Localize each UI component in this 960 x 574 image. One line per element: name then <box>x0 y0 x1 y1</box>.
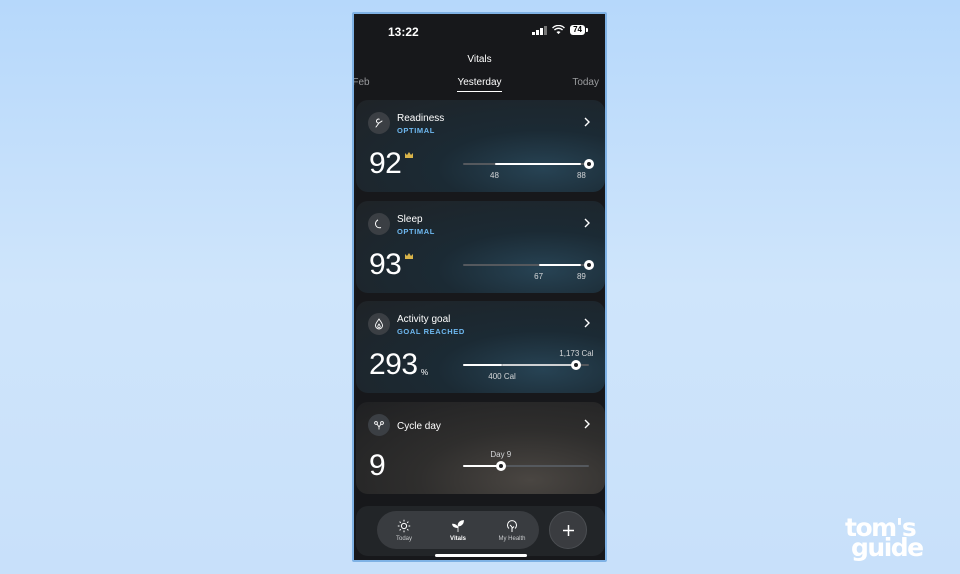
tab-previous-day[interactable]: 3 Feb <box>354 77 370 88</box>
cellular-signal-icon <box>532 25 548 35</box>
date-tabs: 3 Feb Yesterday Today <box>354 77 605 95</box>
readiness-status: OPTIMAL <box>397 126 435 135</box>
tab-next-day[interactable]: Today <box>572 77 599 88</box>
sprout-icon <box>452 519 464 532</box>
status-icons: 74 <box>532 25 588 35</box>
logo-line-2: guide <box>851 533 924 562</box>
activity-progress-fill <box>463 364 503 366</box>
nav-today-label: Today <box>395 535 412 542</box>
cycle-day-card[interactable]: Cycle day 9 Day 9 <box>356 402 605 494</box>
cycle-icon <box>368 414 390 436</box>
sleep-icon <box>368 213 390 235</box>
home-indicator[interactable] <box>435 554 527 557</box>
activity-label-bottom: 400 Cal <box>488 372 516 381</box>
sleep-marker <box>584 260 594 270</box>
readiness-range-low: 48 <box>490 171 499 180</box>
sleep-card[interactable]: Sleep OPTIMAL 93 67 89 <box>356 201 605 293</box>
readiness-range-fill <box>494 163 582 165</box>
activity-score: 293 <box>369 348 418 381</box>
sleep-range-track <box>463 260 594 270</box>
activity-progress-track <box>463 360 589 370</box>
nav-my-health-label: My Health <box>498 535 526 542</box>
readiness-marker <box>584 159 594 169</box>
readiness-title: Readiness <box>397 113 445 124</box>
crown-icon <box>405 152 413 158</box>
activity-goal-card[interactable]: Activity goal GOAL REACHED 293 % 400 Cal… <box>356 301 605 393</box>
cycle-score: 9 <box>369 449 386 482</box>
tab-current-day: Yesterday <box>354 77 605 92</box>
nav-today[interactable]: Today <box>379 519 429 542</box>
nav-my-health[interactable]: My Health <box>487 519 537 542</box>
battery-icon: 74 <box>570 25 588 35</box>
readiness-card[interactable]: Readiness OPTIMAL 92 48 88 <box>356 100 605 192</box>
cycle-track <box>463 461 589 471</box>
readiness-score: 92 <box>369 147 402 180</box>
sleep-status: OPTIMAL <box>397 227 435 236</box>
nav-vitals[interactable]: Vitals <box>433 519 483 542</box>
activity-status: GOAL REACHED <box>397 327 465 336</box>
nav-vitals-label: Vitals <box>450 535 466 542</box>
bottom-nav: Today Vitals My Health <box>377 511 539 549</box>
page-title: Vitals <box>467 54 492 65</box>
activity-title: Activity goal <box>397 314 451 325</box>
sleep-range-fill <box>538 264 582 266</box>
readiness-range-track <box>463 159 594 169</box>
readiness-range-high: 88 <box>576 171 586 180</box>
add-button[interactable] <box>549 511 587 549</box>
activity-label-top: 1,173 Cal <box>559 349 594 358</box>
chevron-right-icon <box>584 318 590 328</box>
sun-icon <box>397 519 411 532</box>
cycle-label-top: Day 9 <box>490 450 512 459</box>
sleep-score: 93 <box>369 248 402 281</box>
chevron-right-icon <box>584 218 590 228</box>
crown-icon <box>405 253 413 259</box>
activity-progress-extra <box>502 364 577 366</box>
chevron-right-icon <box>584 419 590 429</box>
activity-marker <box>571 360 582 370</box>
readiness-icon <box>368 112 390 134</box>
sleep-title: Sleep <box>397 214 423 225</box>
sleep-range-high: 89 <box>576 272 586 281</box>
chevron-right-icon <box>584 117 590 127</box>
cycle-marker <box>495 461 506 471</box>
status-bar: 13:22 74 <box>354 14 605 48</box>
sleep-range-low: 67 <box>534 272 544 281</box>
flame-icon <box>368 313 390 335</box>
cycle-title: Cycle day <box>397 421 441 432</box>
tab-current-label[interactable]: Yesterday <box>457 77 502 92</box>
plus-icon <box>562 524 574 536</box>
phone-screen: 13:22 74 Vitals 3 Feb Yesterday Today Re… <box>352 12 607 562</box>
wifi-icon <box>552 25 566 35</box>
toms-guide-logo: tom's guide <box>842 515 946 562</box>
activity-unit: % <box>421 368 429 377</box>
status-time: 13:22 <box>388 25 419 39</box>
tree-icon <box>507 519 517 532</box>
